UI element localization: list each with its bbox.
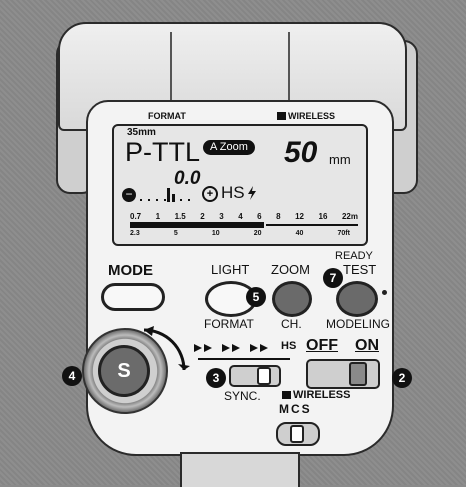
scale-m-label: 2 xyxy=(200,212,205,221)
format-label: FORMAT xyxy=(204,317,254,331)
lcd-zoom-value: 50 xyxy=(284,136,318,169)
scale-m-label: 0.7 xyxy=(130,212,142,221)
sync-label: SYNC. xyxy=(224,389,261,403)
scale-m-label: 8 xyxy=(276,212,281,221)
flash-foot xyxy=(180,452,300,487)
lcd-mode: P-TTL xyxy=(125,137,201,167)
scale-ft-label: 5 xyxy=(173,230,178,237)
scale-ft-label: 2.3 xyxy=(130,230,140,237)
marker-4: 4 xyxy=(62,366,82,386)
scale-ft-label: 70ft xyxy=(337,230,350,237)
distance-line xyxy=(266,224,358,226)
lcd-scale-ft: 2.3 5 10 20 40 70ft xyxy=(130,230,350,237)
zoom-label: ZOOM xyxy=(271,262,310,277)
test-button[interactable] xyxy=(336,281,378,317)
scale-m-label: 1.5 xyxy=(174,212,186,221)
ready-lamp xyxy=(382,290,387,295)
power-switch[interactable] xyxy=(306,359,380,389)
lcd-wireless-label: WIRELESS xyxy=(288,111,336,121)
scale-m-label: 3 xyxy=(219,212,224,221)
zoom-button[interactable] xyxy=(272,281,312,317)
lightning-icon xyxy=(248,186,256,200)
wireless-icon xyxy=(282,391,291,399)
marker-7: 7 xyxy=(323,268,343,288)
sync-switch[interactable] xyxy=(229,365,281,387)
lcd-format-label: FORMAT xyxy=(148,111,186,121)
lcd-zoom-unit: mm xyxy=(329,152,351,167)
lcd-zoom-badge: A Zoom xyxy=(203,140,255,155)
rotate-arrow-icon xyxy=(143,326,190,371)
scale-m-label: 1 xyxy=(155,212,161,221)
scale-m-label: 4 xyxy=(238,212,243,221)
on-label: ON xyxy=(355,337,379,354)
ev-scale-icon xyxy=(140,188,196,202)
power-switch-knob[interactable] xyxy=(349,362,367,386)
distance-bar xyxy=(130,222,264,228)
modeling-label: MODELING xyxy=(326,317,391,331)
mode-label: MODE xyxy=(108,262,153,279)
scale-ft-label: 10 xyxy=(211,230,220,237)
marker-2: 2 xyxy=(392,368,412,388)
mode-button[interactable] xyxy=(101,283,165,311)
mcs-label: MCS xyxy=(279,402,312,416)
sync-scale-line xyxy=(198,358,290,360)
wireless-indicator-icon xyxy=(277,112,286,120)
marker-5: 5 xyxy=(246,287,266,307)
sync-hs-label: HS xyxy=(281,340,297,352)
plus-icon: + xyxy=(202,186,218,202)
scale-ft-label: 20 xyxy=(253,230,262,237)
light-label: LIGHT xyxy=(211,262,250,277)
lcd-scale-m: 0.7 1 1.5 2 3 4 6 8 12 16 22m xyxy=(130,212,358,221)
wireless-switch-label: WIRELESS xyxy=(293,389,351,401)
off-label: OFF xyxy=(306,337,338,354)
ch-label: CH. xyxy=(281,317,302,331)
scale-m-label: 22m xyxy=(341,212,358,221)
ready-label: READY xyxy=(335,250,373,262)
lcd-hs-label: HS xyxy=(221,183,245,202)
scale-m-label: 16 xyxy=(318,212,328,221)
test-label: TEST xyxy=(343,262,377,277)
minus-icon: − xyxy=(122,188,136,202)
marker-3: 3 xyxy=(206,368,226,388)
sync-switch-knob[interactable] xyxy=(257,367,271,385)
scale-ft-label: 40 xyxy=(295,230,304,237)
scale-m-label: 6 xyxy=(257,212,262,221)
wireless-mode-switch-knob[interactable] xyxy=(290,425,304,443)
scale-m-label: 12 xyxy=(295,212,304,221)
sync-mode-icons xyxy=(194,344,268,352)
